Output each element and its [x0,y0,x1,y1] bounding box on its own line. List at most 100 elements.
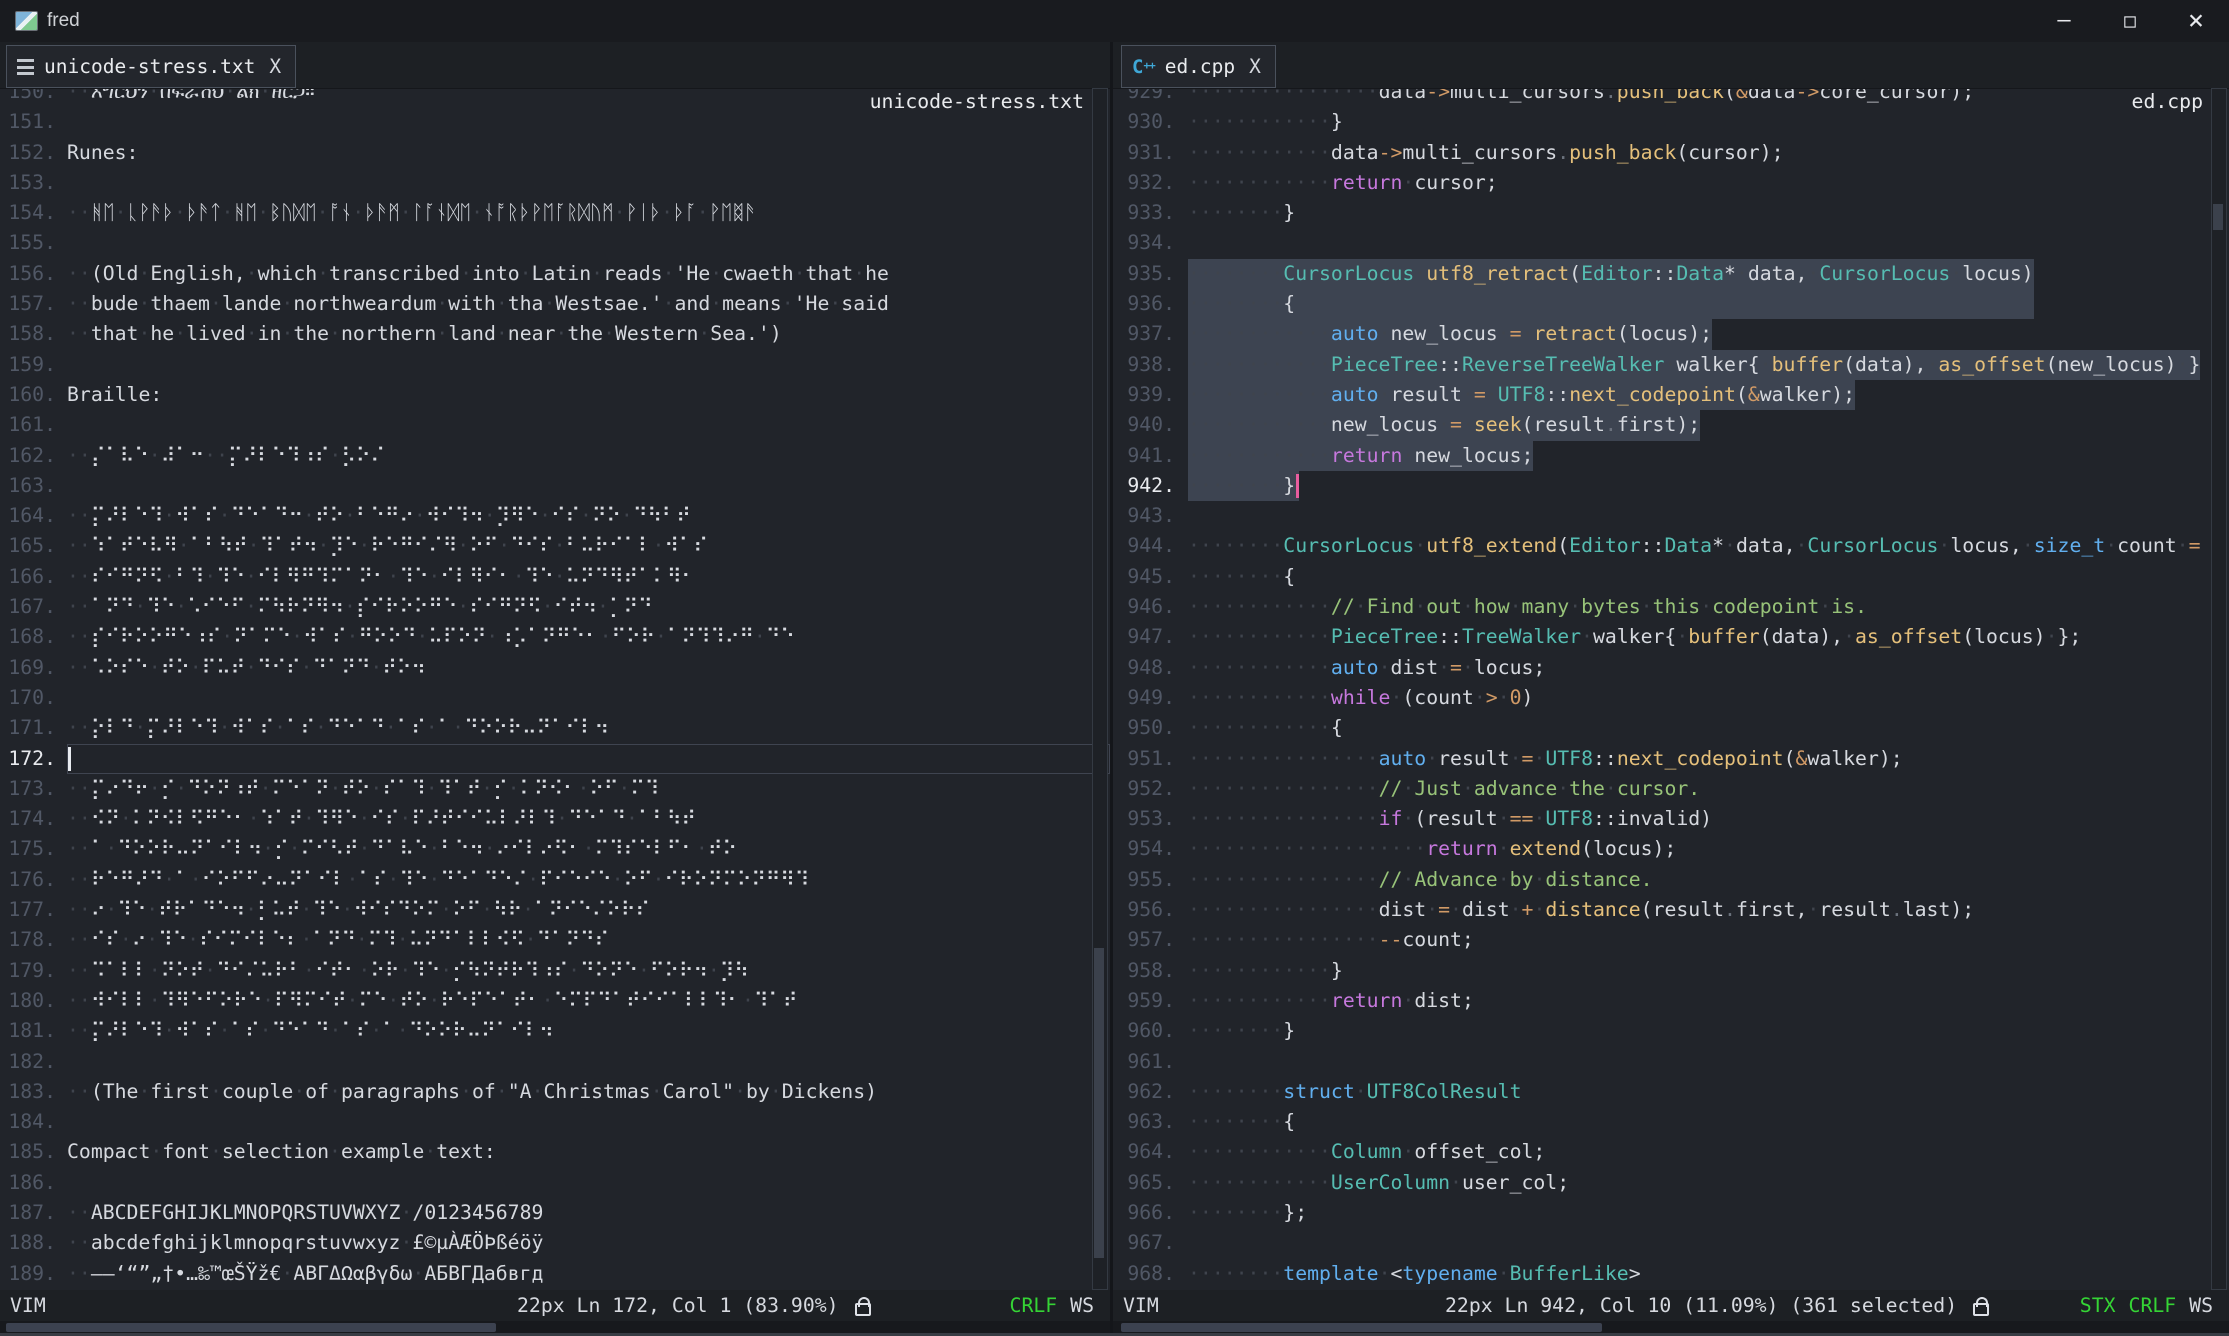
code-line[interactable]: 167.··⠁⠝⠙·⠹⠑·⠡⠊⠑⠋·⠍⠳⠗⠝⠻⠲·⡎⠊⠗⠕⠕⠛⠑·⠎⠊⠛⠝⠫·⠊… [0,592,1110,622]
code-line[interactable]: 956.················dist·=·dist·+·distan… [1113,895,2229,925]
tab-unicode-stress[interactable]: unicode-stress.txt X [6,45,296,88]
code-line[interactable]: 962.········struct·UTF8ColResult [1113,1077,2229,1107]
vertical-scrollbar[interactable] [1092,88,1108,1290]
code-line[interactable]: 154.··ᚻᛖ·ᚳᚹᚫᚦ·ᚦᚫᛏ·ᚻᛖ·ᛒᚢᛞᛖ·ᚩᚾ·ᚦᚫᛗ·ᛚᚪᚾᛞᛖ·ᚾ… [0,198,1110,228]
code-line[interactable]: 153. [0,168,1110,198]
code-line[interactable]: 961. [1113,1047,2229,1077]
text-cursor [68,747,71,771]
line-number: 935. [1113,259,1175,289]
code-line[interactable]: 935.········CursorLocus·utf8_retract(Edi… [1113,259,2229,289]
code-line[interactable]: 152.Runes: [0,138,1110,168]
code-line[interactable]: 170. [0,683,1110,713]
text-buffer[interactable]: 929.················data->multi_cursors.… [1113,77,2229,1331]
close-button[interactable]: × [2163,0,2229,42]
code-line[interactable]: 181.··⡍⠜⠇⠑⠹·⠺⠁⠎·⠁⠎·⠙⠑⠁⠙·⠁⠎·⠁·⠙⠕⠕⠗⠤⠝⠁⠊⠇⠲ [0,1016,1110,1046]
code-line[interactable]: 184. [0,1107,1110,1137]
line-number: 947. [1113,622,1175,652]
code-line[interactable]: 932.············return·cursor; [1113,168,2229,198]
code-line[interactable]: 159. [0,350,1110,380]
code-line[interactable]: 952.················//·Just·advance·the·… [1113,774,2229,804]
code-line[interactable]: 942.········} [1113,471,2229,501]
vertical-scrollbar-thumb[interactable] [1094,948,1104,1258]
code-line[interactable]: 963.········{ [1113,1107,2229,1137]
text-buffer[interactable]: 150.··እግርህን·በፍራሽህ·ልክ·ዘርጋ።151.152.Runes:1… [0,77,1110,1331]
code-line[interactable]: 964.············Column·offset_col; [1113,1137,2229,1167]
code-line[interactable]: 951.················auto·result·=·UTF8::… [1113,744,2229,774]
code-line[interactable]: 948.············auto·dist·=·locus; [1113,653,2229,683]
code-line[interactable]: 176.··⠗⠑⠛⠜⠙·⠁·⠊⠕⠋⠋⠔⠤⠝⠁⠊⠇·⠁⠎·⠹⠑·⠙⠑⠁⠙⠑⠌·⠏⠊… [0,865,1110,895]
code-line[interactable]: 937.············auto·new_locus·=·retract… [1113,319,2229,349]
code-line[interactable]: 189.··–—‘“”„†•…‰™œŠŸž€·ΑΒΓΔΩαβγδω·АБВГДа… [0,1259,1110,1289]
code-line[interactable]: 953.················if·(result·==·UTF8::… [1113,804,2229,834]
code-line[interactable]: 173.··⡍⠔⠙⠖·⡊·⠙⠕⠝⠰⠞·⠍⠑⠁⠝·⠞⠕·⠎⠁⠹·⠹⠁⠞·⡊·⠅⠝⠪… [0,774,1110,804]
code-line[interactable]: 155. [0,228,1110,258]
code-line[interactable]: 182. [0,1047,1110,1077]
code-line[interactable]: 157.··bude·thaem·lande·northweardum·with… [0,289,1110,319]
code-line[interactable]: 941.············return·new_locus; [1113,441,2229,471]
minimize-button[interactable]: — [2031,0,2097,42]
code-line[interactable]: 171.··⡕⠇⠙·⡍⠜⠇⠑⠹·⠺⠁⠎·⠁⠎·⠙⠑⠁⠙·⠁⠎·⠁·⠙⠕⠕⠗⠤⠝⠁… [0,713,1110,743]
code-line[interactable]: 187.··ABCDEFGHIJKLMNOPQRSTUVWXYZ·/012345… [0,1198,1110,1228]
editor-pane-right[interactable]: C++ ed.cpp X ed.cpp 929.················… [1113,42,2229,1336]
code-line[interactable]: 174.··⠪⠝·⠅⠝⠪⠇⠫⠛⠑⠂·⠱⠁⠞·⠹⠻⠑·⠊⠎·⠏⠜⠞⠊⠊⠥⠇⠜⠇⠹·… [0,804,1110,834]
code-line[interactable]: 172. [0,744,1110,774]
code-line[interactable]: 954.····················return·extend(lo… [1113,834,2229,864]
code-line[interactable]: 968.········template·<typename·BufferLik… [1113,1259,2229,1289]
code-line[interactable]: 158.··that·he·lived·in·the·northern·land… [0,319,1110,349]
code-line[interactable]: 179.··⠩⠁⠇⠇·⠝⠕⠞·⠙⠊⠌⠥⠗⠃·⠊⠞⠂·⠕⠗·⠹⠑·⡊⠳⠝⠞⠗⠹⠰⠎… [0,956,1110,986]
code-line[interactable]: 957.················--count; [1113,925,2229,955]
code-line[interactable]: 936.········{ [1113,289,2229,319]
code-line[interactable]: 945.········{ [1113,562,2229,592]
code-line[interactable]: 931.············data->multi_cursors.push… [1113,138,2229,168]
code-line[interactable]: 944.········CursorLocus·utf8_extend(Edit… [1113,531,2229,561]
code-line[interactable]: 967. [1113,1228,2229,1258]
code-line[interactable]: 943. [1113,501,2229,531]
code-line[interactable]: 960.········} [1113,1016,2229,1046]
line-number: 171. [0,713,56,743]
code-line[interactable]: 188.··abcdefghijklmnopqrstuvwxyz·£©µÀÆÖÞ… [0,1228,1110,1258]
code-line[interactable]: 168.··⡎⠊⠗⠕⠕⠛⠑⠰⠎·⠝⠁⠍⠑·⠺⠁⠎·⠛⠕⠕⠙·⠥⠏⠕⠝·⠰⡡⠁⠝⠛… [0,622,1110,652]
code-line[interactable]: 959.············return·dist; [1113,986,2229,1016]
code-line[interactable]: 178.··⠊⠎·⠔·⠹⠑·⠎⠊⠍⠊⠇⠑⠆·⠁⠝⠙·⠍⠹·⠥⠝⠙⠁⠇⠇⠪⠫·⠙⠁… [0,925,1110,955]
code-line[interactable]: 177.··⠔·⠹⠑·⠞⠗⠁⠙⠑⠲·⡃⠥⠞·⠹⠑·⠺⠊⠎⠙⠕⠍·⠕⠋·⠳⠗·⠁⠝… [0,895,1110,925]
code-line[interactable]: 169.··⠡⠕⠎⠑·⠞⠕·⠏⠥⠞·⠙⠊⠎·⠙⠁⠝⠙·⠞⠕⠲ [0,653,1110,683]
code-line[interactable]: 934. [1113,228,2229,258]
code-line[interactable]: 183.··(The·first·couple·of·paragraphs·of… [0,1077,1110,1107]
code-line[interactable]: 955.················//·Advance·by·distan… [1113,865,2229,895]
code-line[interactable]: 156.··(Old·English,·which·transcribed·in… [0,259,1110,289]
line-number: 946. [1113,592,1175,622]
close-icon[interactable]: X [269,55,281,78]
code-line[interactable]: 949.············while·(count·>·0) [1113,683,2229,713]
code-line[interactable]: 180.··⠺⠊⠇⠇·⠹⠻⠑⠋⠕⠗⠑·⠏⠻⠍⠊⠞·⠍⠑·⠞⠕·⠗⠑⠏⠑⠁⠞⠂·⠑… [0,986,1110,1016]
code-line[interactable]: 950.············{ [1113,713,2229,743]
code-line[interactable]: 162.··⡌⠁⠧⠑·⠼⠁⠒··⡍⠜⠇⠑⠹⠰⠎·⡣⠕⠌ [0,441,1110,471]
code-line[interactable]: 175.··⠁·⠙⠕⠕⠗⠤⠝⠁⠊⠇⠲·⡊·⠍⠊⠣⠞·⠙⠁⠧⠑·⠃⠑⠲·⠔⠊⠇⠔⠫… [0,834,1110,864]
horizontal-scrollbar-thumb[interactable] [6,1323,496,1332]
horizontal-scrollbar-thumb[interactable] [1121,1323,1602,1332]
code-line[interactable]: 165.··⠱⠁⠞⠑⠧⠻·⠁⠃⠳⠞·⠹⠁⠞⠲·⡹⠑·⠗⠑⠛⠊⠌⠻·⠕⠋·⠙⠊⠎·… [0,531,1110,561]
code-line[interactable]: 938.············PieceTree::ReverseTreeWa… [1113,350,2229,380]
code-line[interactable]: 946.············//·Find·out·how·many·byt… [1113,592,2229,622]
code-line[interactable]: 186. [0,1168,1110,1198]
close-icon[interactable]: X [1249,55,1261,78]
maximize-button[interactable]: □ [2097,0,2163,42]
editor-pane-left[interactable]: unicode-stress.txt X unicode-stress.txt … [0,42,1110,1336]
code-line[interactable]: 965.············UserColumn·user_col; [1113,1168,2229,1198]
code-line[interactable]: 163. [0,471,1110,501]
code-line[interactable]: 930.············} [1113,107,2229,137]
code-line[interactable]: 939.············auto·result·=·UTF8::next… [1113,380,2229,410]
tab-ed-cpp[interactable]: C++ ed.cpp X [1121,45,1276,88]
code-line[interactable]: 933.········} [1113,198,2229,228]
code-line[interactable]: 947.············PieceTree::TreeWalker·wa… [1113,622,2229,652]
code-line[interactable]: 185.Compact·font·selection·example·text: [0,1137,1110,1167]
code-line[interactable]: 966.········}; [1113,1198,2229,1228]
code-line[interactable]: 160.Braille: [0,380,1110,410]
line-number: 936. [1113,289,1175,319]
code-line[interactable]: 166.··⠎⠊⠛⠝⠫·⠃⠹·⠹⠑·⠊⠇⠻⠛⠹⠍⠁⠝⠂·⠹⠑·⠊⠇⠻⠊⠂·⠹⠑·… [0,562,1110,592]
code-line[interactable]: 164.··⡍⠜⠇⠑⠹·⠺⠁⠎·⠙⠑⠁⠙⠒·⠞⠕·⠃⠑⠛⠔·⠺⠊⠹⠲·⡹⠻⠑·⠊… [0,501,1110,531]
vertical-scrollbar[interactable] [2211,88,2227,1290]
code-line[interactable]: 161. [0,410,1110,440]
vertical-scrollbar-thumb[interactable] [2213,204,2223,230]
code-line[interactable]: 958.············} [1113,956,2229,986]
code-line[interactable]: 940.············new_locus·=·seek(result.… [1113,410,2229,440]
